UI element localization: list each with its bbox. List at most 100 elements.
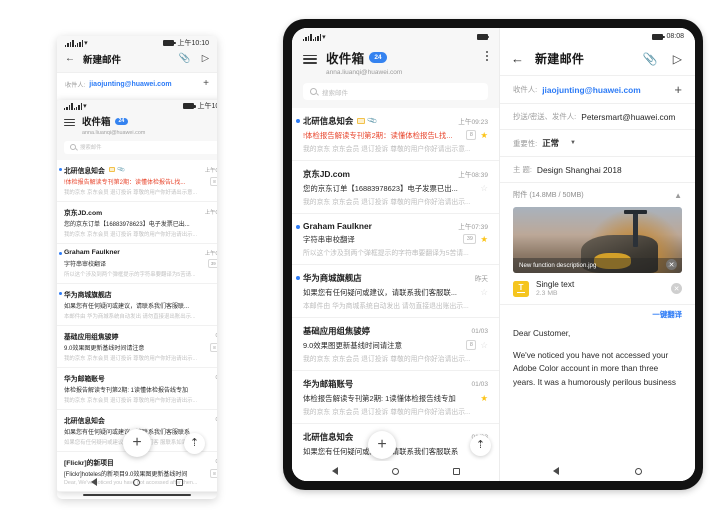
email-sender: 北研信息知会 xyxy=(64,167,105,175)
email-subject: 9.0效果图更新基线时间请注意 xyxy=(64,346,145,353)
attachments-header: 附件 (14.8MB / 50MB) ▲ xyxy=(500,182,695,205)
email-subject: 字符串审校翻译 xyxy=(64,262,107,269)
email-sender: 华为商城旗舰店 xyxy=(64,291,112,299)
compose-header: ← 新建邮件 📎 ▷ xyxy=(500,45,695,75)
unread-dot xyxy=(59,167,62,171)
paperclip-icon[interactable]: 📎 xyxy=(643,53,658,65)
paperclip-icon[interactable]: 📎 xyxy=(179,54,191,64)
email-sender: 华为商城旗舰店 xyxy=(303,273,362,283)
kebab-menu-icon[interactable] xyxy=(486,48,488,61)
back-arrow-icon[interactable]: ← xyxy=(65,54,75,64)
email-time: 上午07:39 xyxy=(204,250,217,257)
to-label: 收件人: xyxy=(513,85,538,94)
label-icon xyxy=(357,118,366,124)
scroll-to-top-icon[interactable]: ⇡ xyxy=(184,433,205,454)
nav-home-icon[interactable] xyxy=(391,467,399,475)
nav-recents-icon[interactable] xyxy=(176,478,183,486)
email-preview: 我的京东 京东会员 退订投诉 尊敬的用户你好治请出示... xyxy=(303,199,471,206)
nav-back-icon[interactable] xyxy=(331,467,338,475)
email-body[interactable]: Dear Customer, We've noticed you have no… xyxy=(500,320,695,389)
hamburger-icon[interactable] xyxy=(303,48,317,66)
star-icon[interactable]: ★ xyxy=(480,131,488,140)
to-value: jiaojunting@huawei.com xyxy=(542,84,641,95)
account-email: anna.liuanqi@huawei.com xyxy=(82,129,146,136)
chevron-up-icon[interactable]: ▲ xyxy=(674,191,682,200)
page-title: 收件箱 xyxy=(326,52,365,66)
table-row[interactable]: Graham Faulkner 上午07:39 字符串审校翻译 39 ★ 所以这个涉及到两… xyxy=(292,214,499,265)
inbox-header: 收件箱 24 anna.liuanqi@huawei.com 搜索邮件 xyxy=(292,45,499,108)
body-greeting: Dear Customer, xyxy=(513,329,571,338)
table-row[interactable]: 京东JD.com 上午08:39 您的京东订单【16883978623】电子发票已出… xyxy=(292,161,499,214)
email-time: 01/03 xyxy=(216,417,218,423)
scroll-to-top-icon[interactable]: ⇡ xyxy=(470,435,491,456)
compose-title: 新建邮件 xyxy=(535,52,585,66)
compose-plus-icon[interactable]: + xyxy=(368,431,396,459)
compose-plus-icon[interactable]: + xyxy=(123,429,151,457)
table-row[interactable]: 北研信息知会 📎 上午09:23 !体检报告解读专刊第2期：读懂体检报告L找... 8 ★… xyxy=(292,108,499,161)
add-recipient-icon[interactable]: + xyxy=(674,83,682,96)
email-sender: 基础应用组焦骏婷 xyxy=(303,326,370,336)
list-item[interactable]: 华为邮箱账号01/03体检报告解读专刊第2期: 1读懂体检报告线专加★我的京东 … xyxy=(57,368,217,410)
cc-label: 抄送/密送、发件人: xyxy=(513,112,577,121)
body-paragraph: We've noticed you have not accessed your… xyxy=(513,350,676,387)
email-list[interactable]: 北研信息知会📎上午09:23!体检报告解读专刊第2期：读懂体检报告L找...8★… xyxy=(292,108,499,481)
thread-count: 8 xyxy=(210,343,217,353)
star-icon[interactable]: ☆ xyxy=(480,341,488,350)
remove-attachment-icon[interactable]: ✕ xyxy=(666,259,677,270)
list-item[interactable]: 北研信息知会📎上午09:23!体检报告解读专刊第2期：读懂体检报告L找...8★… xyxy=(57,160,217,202)
priority-label: 重要性: xyxy=(513,138,538,148)
star-icon[interactable]: ☆ xyxy=(480,288,488,297)
subject-field-row[interactable]: 主 题: Design Shanghai 2018 xyxy=(500,156,695,182)
email-preview: 我的京东 京东会员 退订投诉 尊敬的用户你好治请出示... xyxy=(64,397,197,404)
table-row[interactable]: 华为商城旗舰店 昨天 如果您有任何疑问或建议，请联系我们客服联... ☆ 本邮件由 华为… xyxy=(292,265,499,318)
email-preview: 我的京东 京东会员 退订投诉 尊敬的用户你好请出示意... xyxy=(303,146,471,153)
translate-link[interactable]: 一键翻译 xyxy=(500,305,695,320)
send-icon[interactable]: ▷ xyxy=(673,53,682,65)
email-time: 上午09:23 xyxy=(458,119,488,126)
battery-icon xyxy=(477,33,490,40)
star-icon[interactable]: ★ xyxy=(480,235,488,244)
nav-home-icon[interactable] xyxy=(133,478,140,486)
cc-value: Petersmart@huawei.com xyxy=(581,111,676,122)
email-sender: Graham Faulkner xyxy=(64,249,120,257)
attachment-image-caption: New function description.jpg 2.3 xyxy=(513,258,682,273)
nav-back-icon[interactable] xyxy=(553,467,559,475)
overlay-inbox-header: 收件箱 24 anna.liuanqi@huawei.com 搜索邮件 xyxy=(57,112,217,160)
cc-field-row[interactable]: 抄送/密送、发件人: Petersmart@huawei.com xyxy=(500,103,695,129)
star-icon[interactable]: ★ xyxy=(480,394,488,403)
tablet-status-bar: ▾ xyxy=(292,28,499,45)
email-subject: 9.0效果图更新基线时间请注意 xyxy=(303,340,402,350)
to-field-row[interactable]: 收件人: jiaojunting@huawei.com + xyxy=(500,75,695,103)
unread-badge: 24 xyxy=(114,117,129,125)
attachment-image-thumbnail[interactable]: New function description.jpg 2.3 ✕ xyxy=(513,207,682,273)
list-item[interactable]: Graham Faulkner上午07:39字符串审校翻译39★所以这个涉及到两… xyxy=(57,244,217,284)
list-item[interactable]: 基础应用组焦骏婷01/039.0效果图更新基线时间请注意8☆我的京东 京东会员 … xyxy=(57,326,217,368)
chevron-down-icon[interactable]: ▼ xyxy=(570,140,576,146)
star-icon[interactable]: ☆ xyxy=(480,184,488,193)
remove-attachment-icon[interactable]: ✕ xyxy=(671,283,682,294)
home-indicator xyxy=(83,494,191,496)
email-time: 上午09:23 xyxy=(204,167,217,174)
email-preview: 所以这个涉及到两个弹框提示的字符串要翻译为5苦请... xyxy=(64,271,196,278)
list-item[interactable]: 京东JD.com 上午08:39 您的京东订单【16883978623】电子发票已出… xyxy=(57,202,217,244)
nav-home-icon[interactable] xyxy=(635,467,642,475)
priority-field-row[interactable]: 重要性: 正常 ▼ xyxy=(500,129,695,156)
search-input[interactable]: 搜索邮件 xyxy=(64,140,217,154)
table-row[interactable]: 华为邮箱账号 01/03 体检报告解读专刊第2期: 1读懂体检报告线专加 ★ 我的京东 … xyxy=(292,371,499,424)
table-row[interactable]: 基础应用组焦骏婷 01/03 9.0效果图更新基线时间请注意 8 ☆ 我的京东 京东会员 … xyxy=(292,318,499,371)
attachment-file-row[interactable]: Single text 2.3 MB ✕ xyxy=(500,273,695,304)
phone-to-field-row[interactable]: 收件人: jiaojunting@huawei.com + xyxy=(57,72,217,95)
hamburger-icon[interactable] xyxy=(64,114,75,128)
add-recipient-icon[interactable]: + xyxy=(203,79,209,89)
back-arrow-icon[interactable]: ← xyxy=(511,52,524,65)
search-input[interactable]: 搜索邮件 xyxy=(303,83,488,100)
nav-recents-icon[interactable] xyxy=(452,467,460,475)
nav-back-icon[interactable] xyxy=(91,478,97,486)
send-icon[interactable]: ▷ xyxy=(202,54,209,64)
phone-status-clock: 上午10:10 xyxy=(177,39,209,47)
list-item[interactable]: 华为商城旗舰店昨天如果您有任何疑问或建议，请联系我们客服联...☆本邮件由 华为… xyxy=(57,284,217,326)
phone-compose-header: ← 新建邮件 📎 ▷ xyxy=(57,49,217,72)
email-sender: 北研信息知会 xyxy=(303,116,354,126)
tablet-compose-pane: 08:08 ← 新建邮件 📎 ▷ 收件人: jiaojunting@huawei… xyxy=(500,28,695,481)
email-preview: 我的京东 京东会员 退订投诉 尊敬的用户你好治请出示... xyxy=(64,355,197,362)
